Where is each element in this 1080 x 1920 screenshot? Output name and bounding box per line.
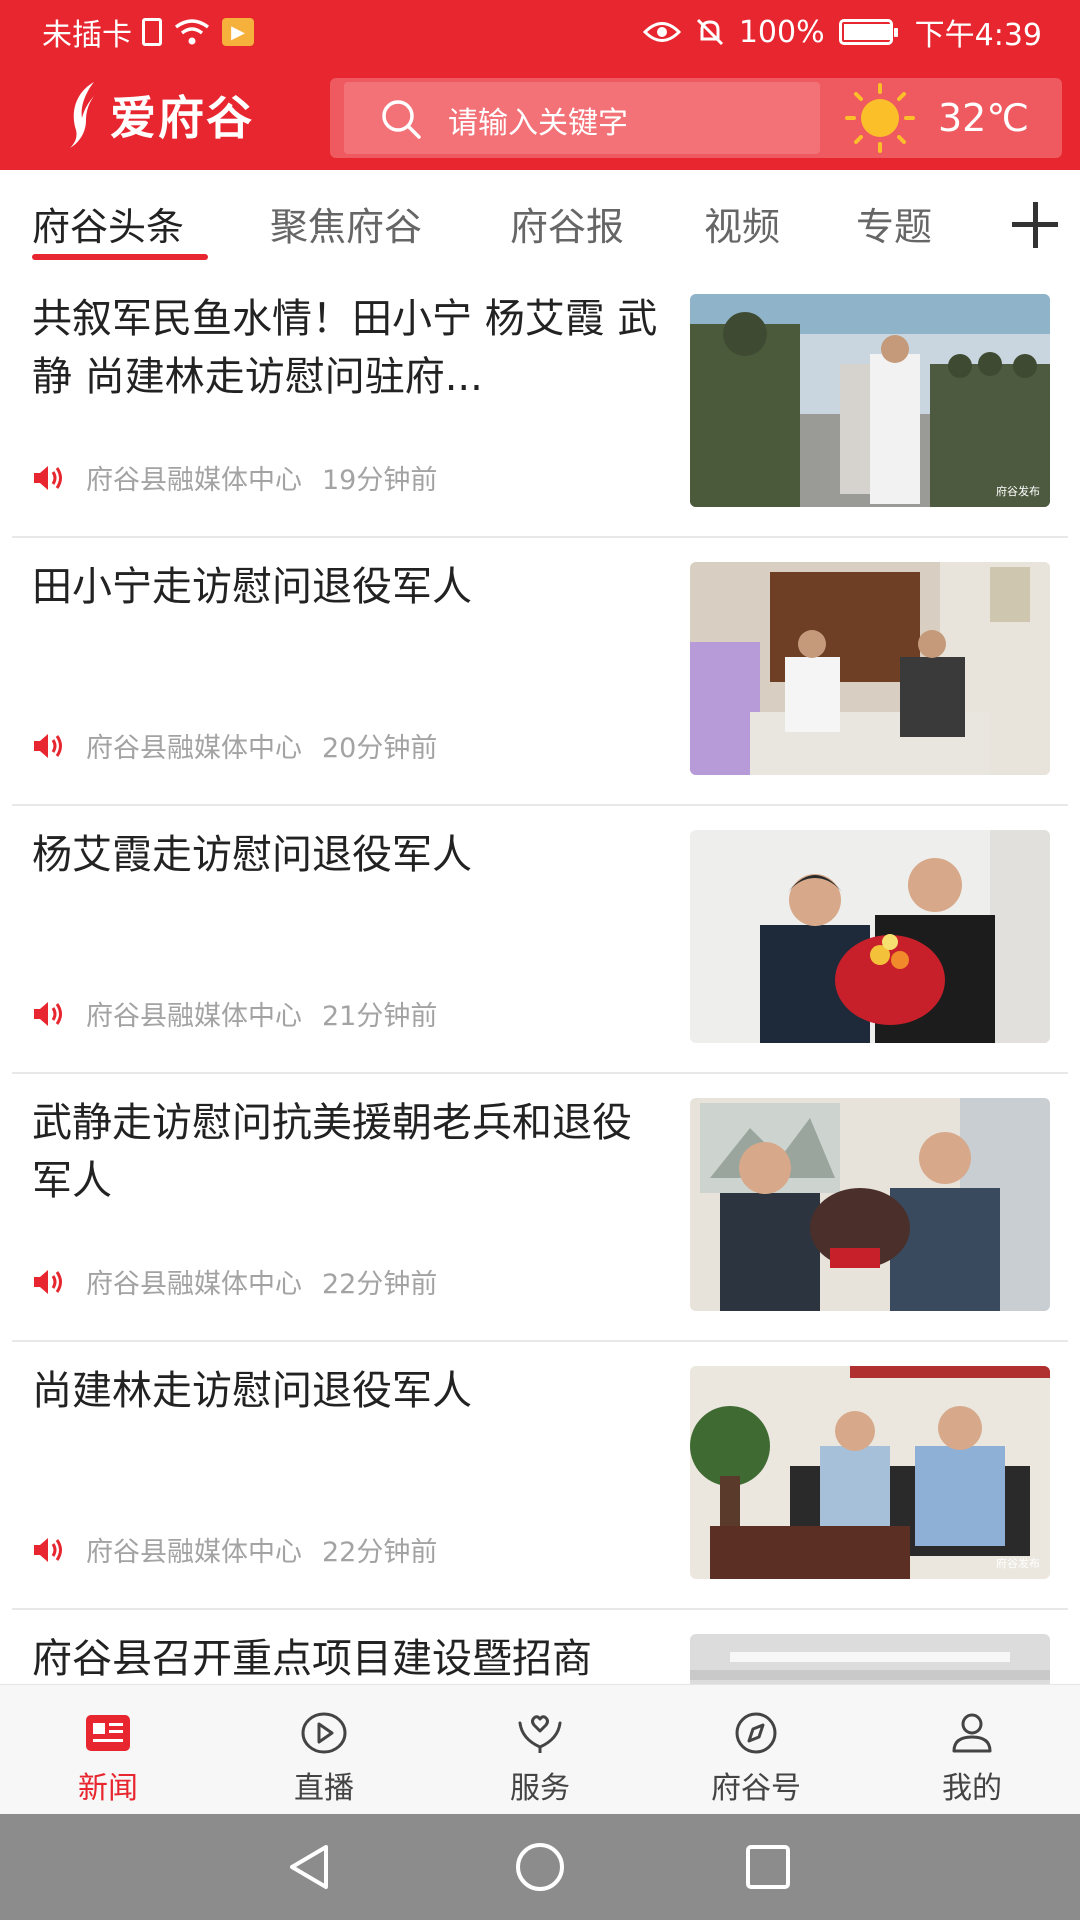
- news-item[interactable]: 共叙军民鱼水情！田小宁 杨艾霞 武静 尚建林走访慰问驻府... 府谷县融媒体中心…: [0, 270, 1080, 538]
- news-title: 武静走访慰问抗美援朝老兵和退役军人: [32, 1100, 632, 1204]
- status-bar: 未插卡 ▶ 100% 下午4:39: [0, 0, 1080, 64]
- news-thumbnail[interactable]: 府谷发布: [690, 1366, 1050, 1579]
- news-time: 22分钟前: [322, 1269, 438, 1300]
- wifi-icon: [172, 17, 212, 47]
- nav-live-label: 直播: [294, 1771, 354, 1806]
- carrier-label: 未插卡: [42, 18, 132, 53]
- search-input[interactable]: 请输入关键字: [344, 82, 820, 154]
- news-thumbnail[interactable]: 府谷发布: [690, 294, 1050, 507]
- tab-focus-fugu[interactable]: 聚焦府谷: [270, 196, 422, 251]
- app-logo[interactable]: 爱府谷: [66, 80, 254, 150]
- news-icon: [86, 1715, 130, 1751]
- weather-widget[interactable]: 32℃: [844, 82, 1029, 154]
- news-title: 共叙军民鱼水情！田小宁 杨艾霞 武静 尚建林走访慰问驻府...: [32, 296, 658, 400]
- news-meta: 府谷县融媒体中心 19分钟前: [32, 458, 437, 497]
- active-tab-indicator: [32, 254, 208, 260]
- search-placeholder: 请输入关键字: [448, 106, 628, 141]
- news-source: 府谷县融媒体中心: [86, 1537, 302, 1568]
- battery-percent: 100%: [738, 14, 825, 50]
- add-channel-icon[interactable]: [1008, 198, 1062, 252]
- speaker-icon[interactable]: [32, 1000, 66, 1028]
- news-item[interactable]: 尚建林走访慰问退役军人 府谷县融媒体中心 22分钟前 府谷发布: [0, 1342, 1080, 1610]
- speaker-icon[interactable]: [32, 464, 66, 492]
- news-source: 府谷县融媒体中心: [86, 465, 302, 496]
- news-item[interactable]: 田小宁走访慰问退役军人 府谷县融媒体中心 20分钟前: [0, 538, 1080, 806]
- news-source: 府谷县融媒体中心: [86, 1001, 302, 1032]
- news-source: 府谷县融媒体中心: [86, 733, 302, 764]
- news-time: 19分钟前: [322, 465, 438, 496]
- system-navigation-bar: [0, 1814, 1080, 1920]
- news-meta: 府谷县融媒体中心 21分钟前: [32, 994, 437, 1033]
- home-icon[interactable]: [513, 1842, 567, 1896]
- nav-fugu-account-label: 府谷号: [711, 1771, 801, 1806]
- news-time: 22分钟前: [322, 1537, 438, 1568]
- media-app-icon: ▶: [222, 18, 254, 46]
- news-title: 府谷县召开重点项目建设暨招商: [32, 1636, 592, 1682]
- news-title: 尚建林走访慰问退役军人: [32, 1368, 472, 1414]
- news-feed: 共叙军民鱼水情！田小宁 杨艾霞 武静 尚建林走访慰问驻府... 府谷县融媒体中心…: [0, 270, 1080, 1684]
- recents-icon[interactable]: [743, 1842, 793, 1892]
- news-thumbnail[interactable]: [690, 562, 1050, 775]
- nav-mine-label: 我的: [942, 1771, 1002, 1806]
- news-item[interactable]: 武静走访慰问抗美援朝老兵和退役军人 府谷县融媒体中心 22分钟前: [0, 1074, 1080, 1342]
- news-thumbnail[interactable]: [690, 1634, 1050, 1684]
- tab-fugu-newspaper[interactable]: 府谷报: [510, 196, 624, 251]
- category-tabs: 府谷头条 聚焦府谷 府谷报 视频 专题: [0, 170, 1080, 270]
- search-icon: [382, 100, 421, 139]
- speaker-icon[interactable]: [32, 732, 66, 760]
- person-icon: [952, 1713, 992, 1753]
- news-thumbnail[interactable]: [690, 830, 1050, 1043]
- app-header: 未插卡 ▶ 100% 下午4:39 爱府谷 请输入关键字 32℃: [0, 0, 1080, 170]
- sun-icon: [845, 83, 915, 153]
- back-icon[interactable]: [284, 1842, 334, 1892]
- clock: 下午4:39: [914, 18, 1042, 53]
- thumbnail-watermark: 府谷发布: [996, 485, 1040, 498]
- feather-logo-icon: [70, 82, 96, 148]
- temperature: 32℃: [938, 96, 1030, 140]
- nav-services-label: 服务: [510, 1771, 570, 1806]
- news-thumbnail[interactable]: [690, 1098, 1050, 1311]
- news-item[interactable]: 杨艾霞走访慰问退役军人 府谷县融媒体中心 21分钟前: [0, 806, 1080, 1074]
- nav-news[interactable]: 新闻: [0, 1685, 216, 1815]
- tab-video[interactable]: 视频: [704, 196, 780, 251]
- speaker-icon[interactable]: [32, 1536, 66, 1564]
- tab-fugu-headlines[interactable]: 府谷头条: [32, 196, 184, 251]
- nav-mine[interactable]: 我的: [864, 1685, 1080, 1815]
- tab-topics[interactable]: 专题: [856, 196, 932, 251]
- nav-services[interactable]: 服务: [432, 1685, 648, 1815]
- news-source: 府谷县融媒体中心: [86, 1269, 302, 1300]
- news-title: 杨艾霞走访慰问退役军人: [32, 832, 472, 878]
- mute-bell-icon: [695, 17, 725, 47]
- speaker-icon[interactable]: [32, 1268, 66, 1296]
- compass-icon: [735, 1712, 777, 1754]
- news-item[interactable]: 府谷县召开重点项目建设暨招商: [0, 1610, 1080, 1684]
- battery-icon: [838, 19, 898, 45]
- news-meta: 府谷县融媒体中心 20分钟前: [32, 726, 437, 765]
- play-icon: [301, 1712, 347, 1754]
- nav-news-label: 新闻: [78, 1771, 138, 1806]
- news-time: 20分钟前: [322, 733, 438, 764]
- nav-fugu-account[interactable]: 府谷号: [648, 1685, 864, 1815]
- search-bar: 请输入关键字 32℃: [330, 78, 1062, 158]
- news-meta: 府谷县融媒体中心 22分钟前: [32, 1530, 437, 1569]
- eye-comfort-icon: [642, 19, 681, 45]
- news-meta: 府谷县融媒体中心 22分钟前: [32, 1262, 437, 1301]
- nav-live[interactable]: 直播: [216, 1685, 432, 1815]
- news-time: 21分钟前: [322, 1001, 438, 1032]
- bottom-navigation: 新闻 直播 服务 府谷号 我的: [0, 1684, 1080, 1815]
- news-title: 田小宁走访慰问退役军人: [32, 564, 472, 610]
- sim-card-icon: [142, 18, 162, 46]
- logo-text: 爱府谷: [110, 91, 254, 145]
- thumbnail-watermark: 府谷发布: [996, 1557, 1040, 1570]
- heart-hands-icon: [518, 1715, 562, 1753]
